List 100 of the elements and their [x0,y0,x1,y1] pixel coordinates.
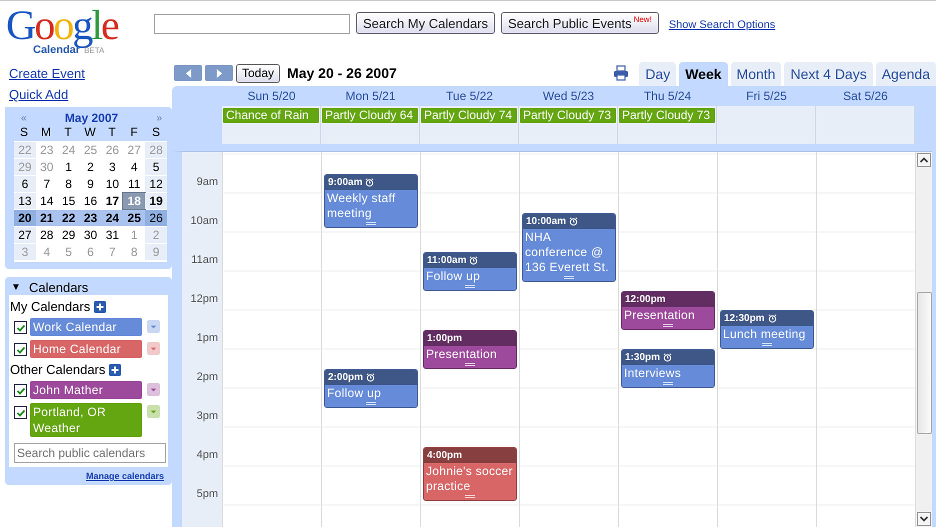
day-column[interactable]: 10:00am NHA conference @ 136 Everett St. [519,152,618,527]
hour-label: 12pm [190,292,218,304]
day-header[interactable]: Sun 5/20 [222,89,321,103]
resize-handle[interactable] [465,284,475,288]
resize-handle[interactable] [663,324,673,326]
date-cell[interactable]: 26 [145,210,168,226]
resize-handle[interactable] [366,402,376,404]
day-column[interactable]: 12:30pm Lunch meeting [717,152,816,527]
selected-week[interactable]: 20 21 22 23 24 25 26 [14,210,167,227]
event-time: 11:00am [427,254,466,266]
date-cell[interactable]: 24 [101,210,124,226]
day-header[interactable]: Sat 5/26 [816,89,915,103]
hour-label: 5pm [196,488,218,500]
day-header[interactable]: Thu 5/24 [618,89,717,103]
resize-handle[interactable] [762,343,772,346]
scroll-up-icon[interactable] [917,153,931,167]
day-column[interactable]: 11:00am Follow up 1:00pm Presentation 4:00pm Johnie's soccer practice [420,152,519,527]
collapse-toggle[interactable]: ▼ [11,282,23,292]
group-title: My Calendars [10,299,90,314]
date-cell[interactable]: 6 [14,176,36,192]
resize-handle[interactable] [366,222,376,224]
weekday-label: M [40,125,52,140]
calendar-label[interactable]: John Mather [30,381,142,399]
event[interactable]: 10:00am NHA conference @ 136 Everett St. [522,212,616,282]
print-icon[interactable] [613,65,630,81]
event-time: 12:30pm [724,313,765,324]
date-cell[interactable]: 19 [145,193,168,209]
event-time: 1:00pm [427,332,462,344]
resize-handle[interactable] [663,382,673,385]
today-button[interactable]: Today [236,64,280,82]
day-column[interactable]: 12:00pm Presentation 1:30pm Interviews [618,152,717,527]
event-title: Interviews [623,365,682,382]
day-column[interactable]: 9:00am Weekly staff meeting 2:00pm Follow up [321,152,420,527]
previous-button[interactable] [174,65,202,81]
action-link[interactable]: Create Event [9,63,85,84]
checkbox[interactable] [14,406,27,419]
scrollbar[interactable] [915,152,932,527]
date-cell[interactable]: 23 [80,210,102,226]
event[interactable]: 12:30pm Lunch meeting [720,310,814,349]
search-field[interactable] [154,14,350,34]
add-icon[interactable] [109,364,122,376]
dropdown-icon[interactable] [147,405,160,418]
event-title: Presentation [425,346,498,362]
search-button[interactable]: Search My Calendars [356,12,495,34]
checkbox[interactable] [14,343,27,356]
event-title: Johnie's soccer practice [425,462,514,494]
date-cell[interactable]: 12 [145,176,168,192]
day-header[interactable]: Mon 5/21 [321,89,420,103]
event-time: 1:30pm [625,352,660,363]
event-time: 10:00am [526,216,566,226]
hour-label: 9am [196,176,218,188]
search-calendars-field[interactable]: Search public calendars [14,443,166,463]
hour-label: 1pm [196,332,218,344]
event[interactable]: 4:00pm Johnie's soccer practice [423,446,517,500]
date-cell[interactable]: 25 [123,210,146,226]
date-cell[interactable]: 22 [58,210,80,226]
date-cell[interactable]: 13 [14,193,36,209]
dropdown-icon[interactable] [147,320,160,333]
view-tab[interactable]: Month [730,62,782,86]
event[interactable]: 12:00pm Presentation [621,290,715,330]
date-range: May 20 - 26 2007 [287,65,397,81]
dropdown-icon[interactable] [147,383,160,396]
view-tab[interactable]: Agenda [876,62,936,86]
panel-title: Calendars [29,280,88,294]
scroll-down-icon[interactable] [917,512,931,526]
add-icon[interactable] [94,300,106,312]
event-title: Weekly staff meeting [326,190,397,222]
date-cell[interactable]: 21 [36,210,58,226]
view-tab[interactable]: Next 4 Days [784,62,873,86]
view-tab[interactable]: Day [639,62,676,86]
event[interactable]: 11:00am Follow up [423,252,517,290]
view-tab[interactable]: Week [679,62,728,86]
resize-handle[interactable] [465,362,475,366]
checkbox[interactable] [14,321,27,334]
right-triangle-icon [216,68,222,78]
event[interactable]: 1:30pm Interviews [621,349,715,388]
left-triangle-icon [184,68,192,78]
event[interactable]: 9:00am Weekly staff meeting [324,174,418,228]
day-header[interactable]: Tue 5/22 [420,89,519,103]
event[interactable]: 2:00pm Follow up [324,368,418,408]
manage-calendars-link[interactable]: Manage calendars [9,471,168,481]
dropdown-icon[interactable] [147,342,160,355]
day-header[interactable]: Fri 5/25 [717,89,816,103]
resize-handle[interactable] [465,494,475,498]
event[interactable]: 1:00pm Presentation [423,330,517,368]
event-title: Lunch meeting [722,326,807,343]
date-cell[interactable]: 20 [14,210,36,226]
resize-handle[interactable] [564,276,574,278]
checkbox[interactable] [14,384,27,397]
date-cell[interactable]: 27 [14,227,36,243]
new-label: New! [634,15,652,24]
event-time: 9:00am [328,176,362,188]
scroll-thumb[interactable] [916,292,932,434]
weekday-label: S [150,125,161,140]
search-options-link[interactable]: Show Search Options [668,19,776,31]
next-button[interactable] [205,65,233,81]
day-header[interactable]: Wed 5/23 [519,89,618,103]
hour-label: 4pm [196,448,218,460]
action-link[interactable]: Quick Add [9,84,68,105]
date-cell[interactable]: 5 [145,159,168,175]
